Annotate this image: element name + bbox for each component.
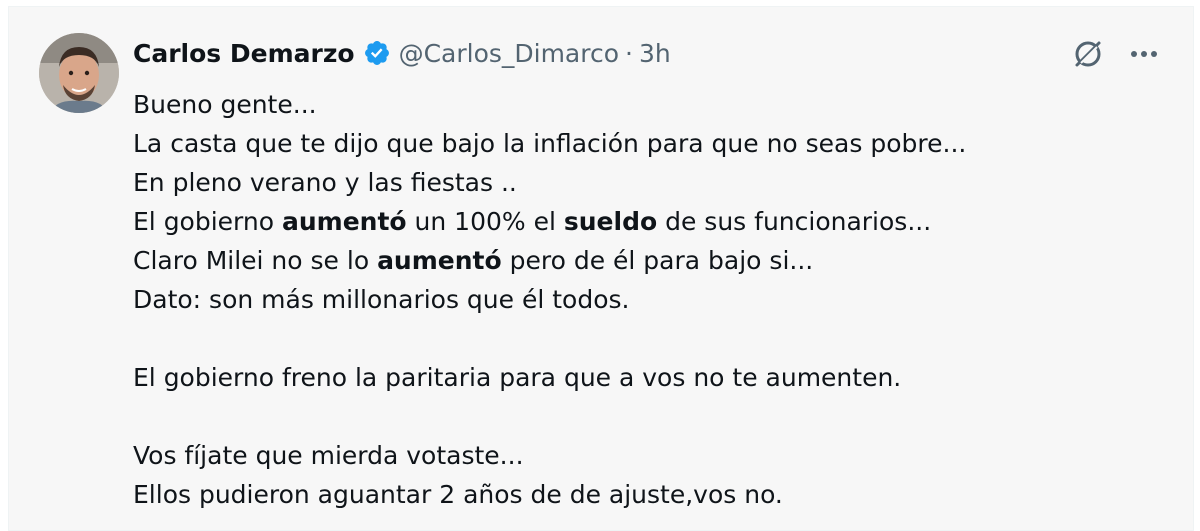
text-segment: de sus funcionarios... <box>657 207 932 236</box>
tweet-header: Carlos Demarzo @Carlos_Dimarco · 3h <box>133 33 671 73</box>
tweet-line: La casta que te dijo que bajo la inflaci… <box>133 129 967 158</box>
avatar[interactable] <box>39 33 119 113</box>
tweet-timestamp[interactable]: 3h <box>639 39 671 68</box>
text-segment: Claro Milei no se lo <box>133 246 378 275</box>
grok-icon[interactable] <box>1069 35 1107 73</box>
verified-badge-icon <box>363 39 391 67</box>
tweet-actions-top <box>1069 35 1163 73</box>
tweet-line: Dato: son más millonarios que él todos. <box>133 285 630 314</box>
tweet-text: Bueno gente... La casta que te dijo que … <box>133 85 1173 514</box>
paragraph-break <box>133 319 1173 358</box>
paragraph-break <box>133 397 1173 436</box>
tweet-line: En pleno verano y las fiestas .. <box>133 168 517 197</box>
bold-text: aumentó <box>281 207 407 236</box>
bold-text: aumentó <box>377 246 502 275</box>
more-options-icon[interactable] <box>1125 35 1163 73</box>
tweet-line: Bueno gente... <box>133 90 317 119</box>
text-segment: pero de él para bajo si... <box>501 246 814 275</box>
tweet-card[interactable]: Carlos Demarzo @Carlos_Dimarco · 3h Buen… <box>8 6 1194 531</box>
avatar-photo <box>39 33 119 113</box>
tweet-line: El gobierno aumentó un 100% el sueldo de… <box>133 202 1173 241</box>
author-handle[interactable]: @Carlos_Dimarco <box>399 39 619 68</box>
separator-dot: · <box>625 38 633 68</box>
tweet-line: Ellos pudieron aguantar 2 años de de aju… <box>133 480 783 509</box>
tweet-line: Vos fíjate que mierda votaste... <box>133 441 524 470</box>
author-name[interactable]: Carlos Demarzo <box>133 39 355 68</box>
tweet-line: El gobierno freno la paritaria para que … <box>133 363 902 392</box>
bold-text: sueldo <box>563 207 658 236</box>
tweet-line: Claro Milei no se lo aumentó pero de él … <box>133 241 1173 280</box>
text-segment: un 100% el <box>406 207 564 236</box>
text-segment: El gobierno <box>133 207 282 236</box>
